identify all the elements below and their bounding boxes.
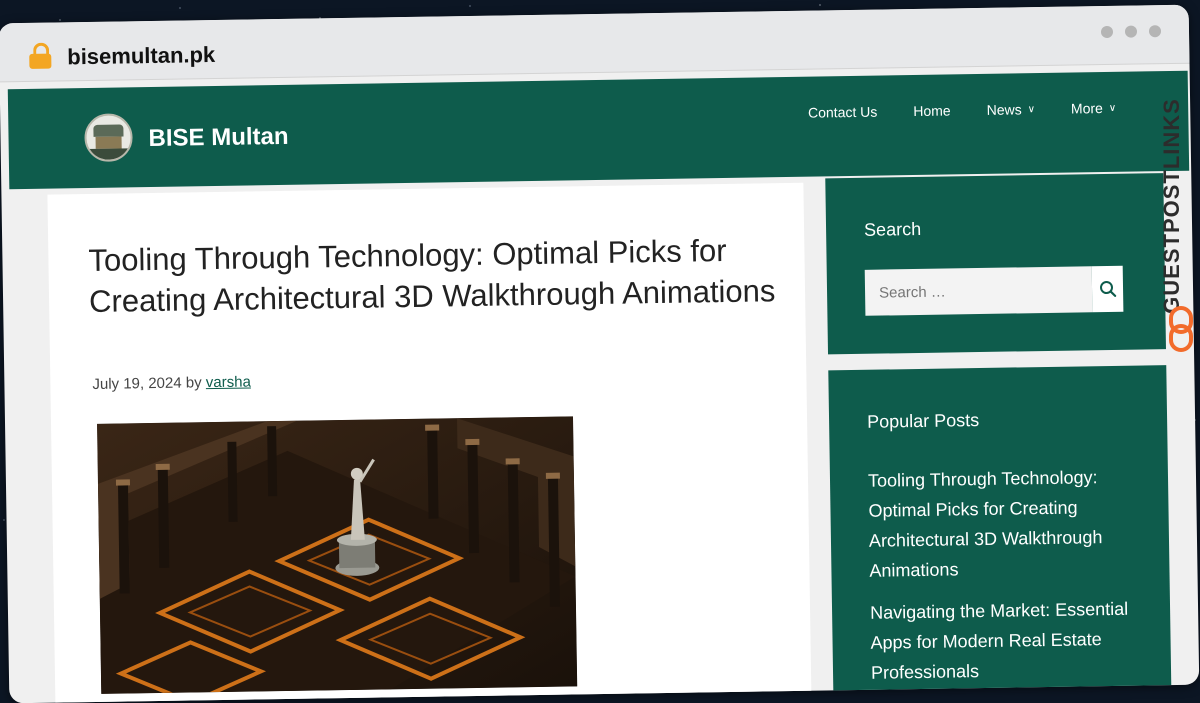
post-meta: July 19, 2024 by varsha <box>92 373 251 392</box>
nav-news[interactable]: News ∨ <box>987 101 1036 118</box>
main-nav: Contact Us Home News ∨ More ∨ <box>808 100 1116 121</box>
popular-post-link[interactable]: Navigating the Market: Essential Apps fo… <box>870 594 1141 688</box>
window-dot[interactable] <box>1100 25 1114 39</box>
article-card: Tooling Through Technology: Optimal Pick… <box>47 182 812 703</box>
nav-label: Home <box>913 102 951 120</box>
search-form <box>864 265 1124 316</box>
popular-posts-widget: Popular Posts Tooling Through Technology… <box>828 365 1172 703</box>
search-input[interactable] <box>864 266 1093 316</box>
nav-label: News <box>986 101 1022 118</box>
popular-posts-title: Popular Posts <box>866 410 980 432</box>
window-dot[interactable] <box>1124 25 1138 38</box>
search-button[interactable] <box>1091 265 1124 313</box>
nav-label: More <box>1070 100 1103 117</box>
watermark-text: GUESTPOSTLINKS <box>1159 98 1184 314</box>
architecture-render-image <box>97 416 578 694</box>
site-logo[interactable] <box>84 113 133 163</box>
site-title[interactable]: BISE Multan <box>148 123 288 153</box>
chevron-down-icon: ∨ <box>1027 103 1036 115</box>
popular-posts-list: Tooling Through Technology: Optimal Pick… <box>868 462 1142 700</box>
nav-home[interactable]: Home <box>913 102 951 119</box>
nav-contact-us[interactable]: Contact Us <box>808 104 877 121</box>
browser-window: bisemultan.pk BISE Multan Contact Us Hom… <box>0 4 1200 703</box>
post-title: Tooling Through Technology: Optimal Pick… <box>88 232 776 320</box>
link-chain-icon <box>1169 306 1193 352</box>
site-header: BISE Multan Contact Us Home News ∨ More ∨ <box>7 70 1190 190</box>
popular-post-link[interactable]: Tooling Through Technology: Optimal Pick… <box>868 462 1140 586</box>
search-widget-title: Search <box>863 218 922 240</box>
search-icon <box>1099 281 1116 297</box>
post-by: by <box>185 374 202 392</box>
search-widget: Search <box>825 173 1166 355</box>
watermark-badge: GUESTPOSTLINKS <box>1144 56 1200 356</box>
author-link[interactable]: varsha <box>206 373 251 391</box>
window-dot[interactable] <box>1148 25 1162 38</box>
nav-label: Contact Us <box>807 103 878 121</box>
lock-icon <box>29 42 52 69</box>
post-date: July 19, 2024 <box>92 374 182 393</box>
chevron-down-icon: ∨ <box>1108 102 1117 114</box>
nav-more[interactable]: More ∨ <box>1070 100 1117 117</box>
window-controls <box>1100 25 1162 39</box>
featured-image[interactable] <box>97 416 578 694</box>
url-text[interactable]: bisemultan.pk <box>67 42 215 70</box>
